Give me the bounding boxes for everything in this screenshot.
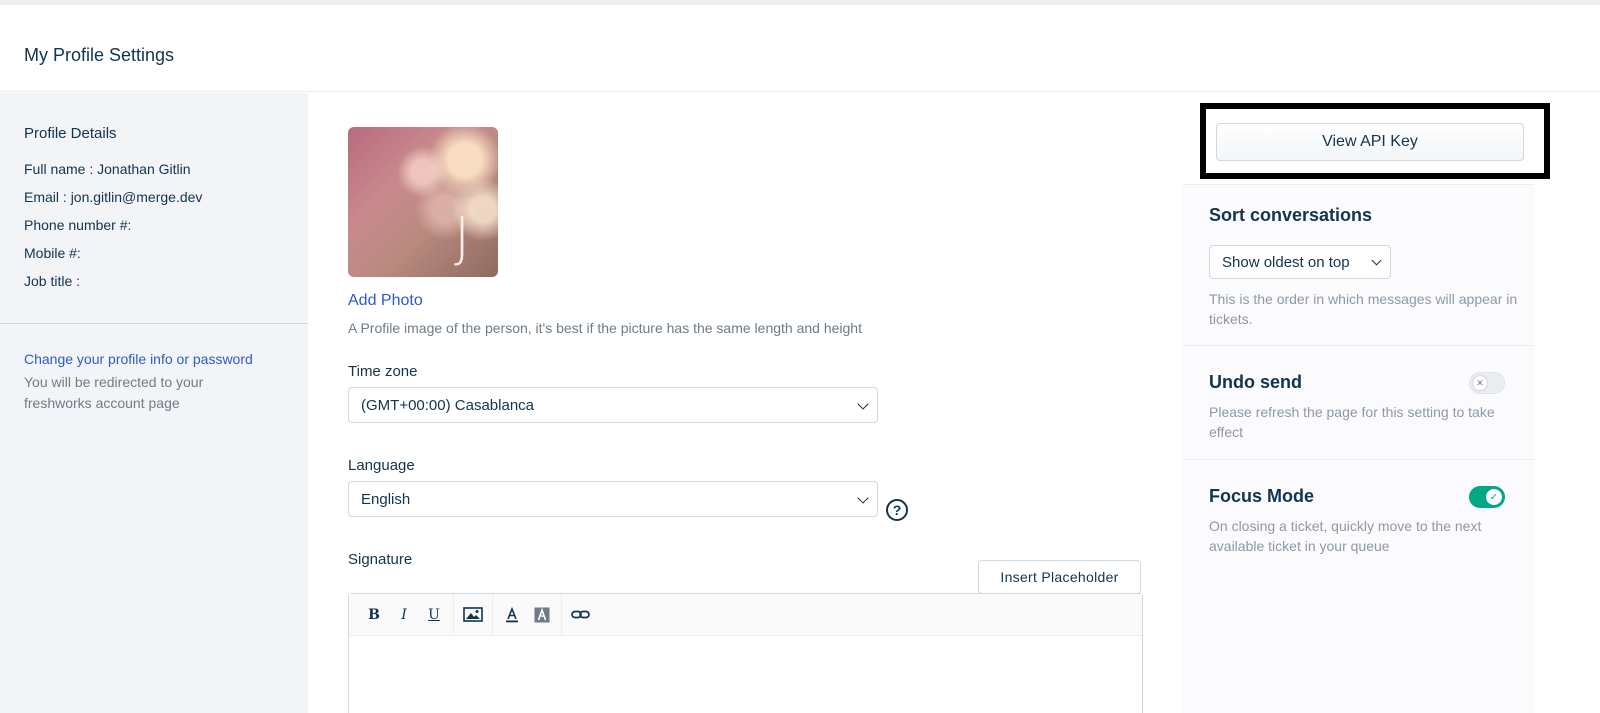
chevron-down-icon xyxy=(857,492,869,504)
insert-link-button[interactable] xyxy=(566,600,596,630)
full-name-value: Jonathan Gitlin xyxy=(97,161,191,177)
avatar-initial: J xyxy=(454,206,470,269)
profile-details-heading: Profile Details xyxy=(24,125,117,142)
job-title-row: Job title : xyxy=(24,273,80,289)
close-icon: ✕ xyxy=(1473,376,1487,390)
change-profile-link[interactable]: Change your profile info or password xyxy=(24,351,253,367)
toolbar-divider xyxy=(453,593,454,636)
font-color-button[interactable] xyxy=(497,600,527,630)
font-color-icon xyxy=(506,606,518,622)
sort-order-value: Show oldest on top xyxy=(1222,253,1350,271)
italic-button[interactable]: I xyxy=(389,600,419,630)
email-value: jon.gitlin@merge.dev xyxy=(70,189,203,205)
focus-mode-toggle[interactable]: ✓ xyxy=(1469,486,1505,508)
help-icon[interactable]: ? xyxy=(886,499,908,521)
profile-details-sidebar: Profile Details Full name : Jonathan Git… xyxy=(0,93,308,713)
main-content: J Add Photo A Profile image of the perso… xyxy=(308,93,1183,713)
email-label: Email : xyxy=(24,189,71,205)
chevron-down-icon xyxy=(1371,255,1382,266)
timezone-label: Time zone xyxy=(348,363,418,380)
mobile-row: Mobile #: xyxy=(24,245,81,261)
api-key-section: View API Key xyxy=(1183,93,1550,185)
email-row: Email : jon.gitlin@merge.dev xyxy=(24,189,202,205)
focus-mode-title: Focus Mode xyxy=(1209,486,1315,506)
sidebar-divider xyxy=(0,323,308,324)
sort-conversations-desc: This is the order in which messages will… xyxy=(1209,291,1518,327)
timezone-value: (GMT+00:00) Casablanca xyxy=(361,396,534,414)
undo-send-section: Undo send ✕ Please refresh the page for … xyxy=(1183,346,1534,460)
insert-image-button[interactable] xyxy=(458,600,488,630)
background-color-icon xyxy=(534,607,550,622)
background-color-button[interactable] xyxy=(527,600,557,630)
phone-row: Phone number #: xyxy=(24,217,131,233)
profile-avatar[interactable]: J xyxy=(348,127,498,277)
timezone-select[interactable]: (GMT+00:00) Casablanca xyxy=(348,387,878,423)
undo-send-desc: Please refresh the page for this setting… xyxy=(1209,404,1495,440)
signature-editor[interactable]: B I U xyxy=(348,593,1143,713)
chevron-down-icon xyxy=(857,398,869,410)
insert-placeholder-button[interactable]: Insert Placeholder xyxy=(978,560,1141,594)
full-name-label: Full name : xyxy=(24,161,98,177)
language-label: Language xyxy=(348,457,415,474)
view-api-key-button[interactable]: View API Key xyxy=(1216,123,1524,161)
language-select[interactable]: English xyxy=(348,481,878,517)
focus-mode-desc: On closing a ticket, quickly move to the… xyxy=(1209,518,1482,554)
sort-conversations-title: Sort conversations xyxy=(1209,205,1373,225)
focus-mode-section: Focus Mode ✓ On closing a ticket, quickl… xyxy=(1183,460,1534,580)
page-title: My Profile Settings xyxy=(24,45,175,65)
undo-send-toggle[interactable]: ✕ xyxy=(1469,372,1505,394)
editor-toolbar: B I U xyxy=(349,593,1142,636)
bold-button[interactable]: B xyxy=(359,600,389,630)
underline-button[interactable]: U xyxy=(419,600,449,630)
add-photo-link[interactable]: Add Photo xyxy=(348,292,423,310)
language-value: English xyxy=(361,490,411,508)
image-icon xyxy=(463,607,483,622)
redirect-note: You will be redirected to your freshwork… xyxy=(24,374,204,411)
link-icon xyxy=(571,610,590,618)
toolbar-divider xyxy=(492,593,493,636)
check-icon: ✓ xyxy=(1486,489,1502,505)
mobile-label: Mobile #: xyxy=(24,245,81,261)
signature-label: Signature xyxy=(348,551,413,568)
sort-order-select[interactable]: Show oldest on top xyxy=(1209,245,1391,279)
undo-send-title: Undo send xyxy=(1209,372,1302,392)
job-title-label: Job title : xyxy=(24,273,81,289)
photo-hint: A Profile image of the person, it's best… xyxy=(348,320,862,336)
page-header: My Profile Settings xyxy=(0,5,1600,92)
full-name-row: Full name : Jonathan Gitlin xyxy=(24,161,191,177)
toolbar-divider xyxy=(561,593,562,636)
preferences-panel: View API Key Sort conversations This is … xyxy=(1183,93,1550,713)
phone-label: Phone number #: xyxy=(24,217,132,233)
